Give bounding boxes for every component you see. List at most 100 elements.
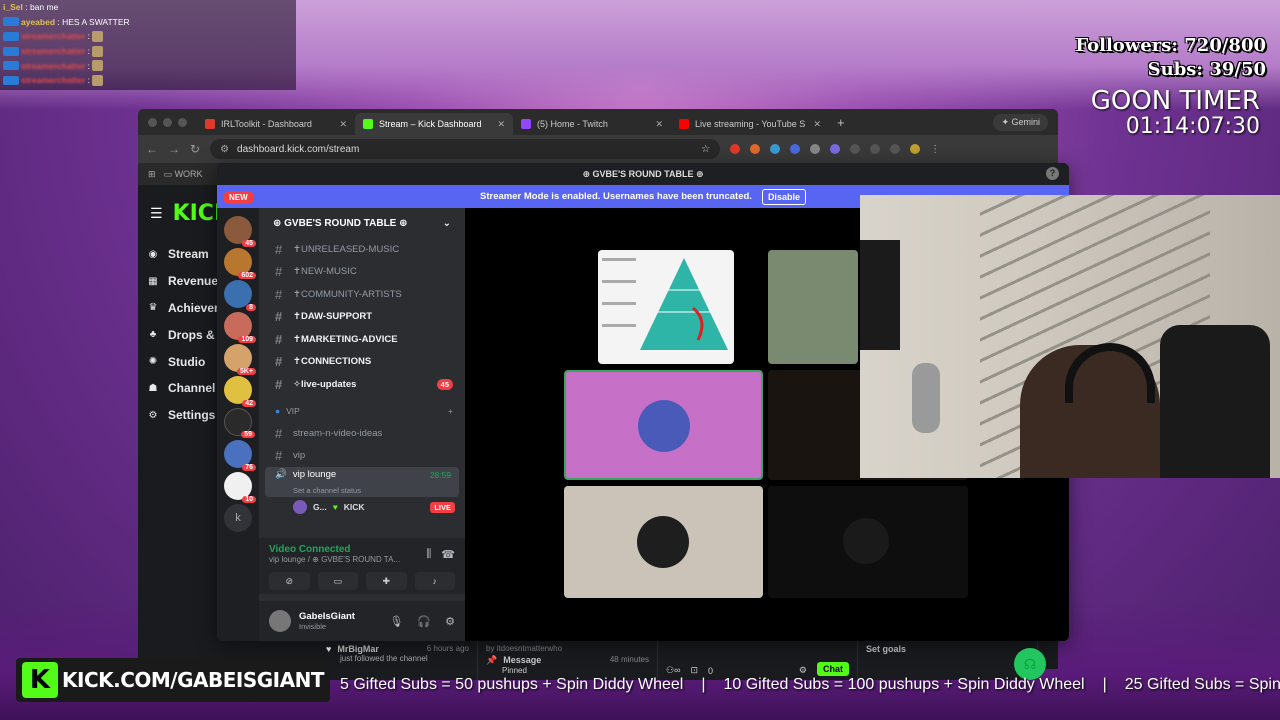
tab-kick-dashboard[interactable]: Stream – Kick Dashboard ✕ [355,113,513,135]
help-icon[interactable]: ? [1046,167,1059,180]
user-status: Invisible [299,622,327,631]
voice-channel-vip-lounge[interactable]: 🔊 vip lounge 28:59 Set a channel status [265,467,459,497]
minimize-window-icon[interactable] [163,117,172,127]
close-tab-icon[interactable]: ✕ [813,119,821,130]
timer-value: 01:14:07:30 [1125,114,1260,139]
close-tab-icon[interactable]: ✕ [655,119,663,130]
disable-button[interactable]: Disable [761,188,806,205]
chat-message: ayeabed : HES A SWATTER [0,15,296,30]
extension-icon[interactable] [830,144,841,154]
chat-badge-icon [3,46,19,56]
channel-item[interactable]: # ✝MARKETING-ADVICE [259,328,465,351]
kick-server-icon[interactable]: k [224,504,252,532]
extension-icon[interactable] [790,144,801,154]
channel-sidebar: ⊕ GVBE'S ROUND TABLE ⊕ ⌄ # ✝UNRELEASED-MU… [259,208,465,641]
map-share-tile[interactable] [768,250,858,364]
hamburger-menu-icon[interactable]: ☰ [150,205,163,222]
gear-icon[interactable]: ⚙ [799,665,807,676]
user-panel: GabeIsGiant Invisible 🎙 🎧 ⚙ [259,601,465,641]
headphones-icon[interactable]: 🎧 [417,615,431,628]
hash-icon: # [275,425,283,441]
new-tab-button[interactable]: + [837,115,845,130]
more-menu-icon[interactable]: ⋮ [930,144,940,155]
new-badge[interactable]: NEW [223,191,254,204]
noise-icon[interactable]: ⫼ [426,548,431,561]
extension-icon[interactable] [870,144,881,154]
server-list: NEW 45 602 8 109 5K+ 42 59 76 10 k [217,191,259,641]
close-tab-icon[interactable]: ✕ [339,119,347,130]
voice-member[interactable]: G... ♥ KICK LIVE [259,497,465,517]
disconnect-icon[interactable]: ☎ [441,548,455,561]
gear-icon[interactable]: ⚙ [445,615,455,628]
avatar[interactable] [269,610,291,632]
close-window-icon[interactable] [148,117,157,127]
server-icon[interactable]: 5K+ [224,344,256,375]
server-icon[interactable]: 109 [224,312,256,343]
unread-count: 10 [242,496,256,503]
chat-button[interactable]: Chat [817,662,849,676]
channel-item[interactable]: # ✝CONNECTIONS [259,351,465,374]
profile-icon[interactable] [910,144,921,154]
category-vip[interactable]: ● VIP + [259,400,465,423]
close-tab-icon[interactable]: ✕ [497,119,505,130]
gemini-label: Gemini [1011,116,1040,127]
unread-count: 109 [238,336,256,343]
camera-off-icon[interactable]: ⊘ [269,572,310,590]
vc-location[interactable]: vip lounge / ⊕ GVBE'S ROUND TA... [269,555,400,564]
gift-count: 0 [708,666,714,676]
extension-icon[interactable] [770,144,781,154]
cam-microphone [912,363,940,433]
server-icon[interactable]: 45 [224,216,256,247]
cam-chair [1160,325,1270,478]
bookmark-star-icon[interactable]: ☆ [701,144,710,155]
bookmark-label: WORK [174,168,203,179]
extension-icon[interactable] [850,144,861,154]
server-icon[interactable]: 42 [224,376,256,407]
screen-share-icon[interactable]: ▭ [317,572,358,590]
server-icon[interactable]: 76 [224,440,256,471]
apps-icon[interactable]: ⊞ [148,169,156,180]
url-field[interactable]: ⚙ dashboard.kick.com/stream ☆ [210,139,721,159]
participant-tile[interactable] [564,370,763,480]
server-icon[interactable]: 59 [224,408,255,438]
server-icon[interactable]: 8 [224,280,256,311]
back-icon[interactable]: ← [146,142,158,156]
reload-icon[interactable]: ↻ [190,142,200,156]
channel-status[interactable]: Set a channel status [275,486,361,495]
chat-badge-icon [3,61,19,71]
tab-twitch[interactable]: (5) Home - Twitch ✕ [513,113,671,135]
extension-icon[interactable] [730,144,741,154]
channel-item[interactable]: # ✝UNRELEASED-MUSIC [259,238,465,261]
channel-item[interactable]: # ✧live-updates 45 [259,373,465,396]
extension-icon[interactable] [750,144,761,154]
activities-icon[interactable]: ✚ [366,572,407,590]
soundboard-icon[interactable]: ♪ [414,572,455,590]
channel-item[interactable]: # ✝NEW-MUSIC [259,261,465,284]
microphone-icon[interactable]: 🎙 [389,615,403,628]
maximize-window-icon[interactable] [178,117,187,127]
add-channel-icon[interactable]: + [448,406,453,416]
bookmark-folder[interactable]: ▭ WORK [164,169,203,180]
gemini-button[interactable]: ✦ Gemini [993,113,1048,131]
follow-text: just followed the channel [340,654,428,663]
extension-icon[interactable] [810,144,821,154]
forward-icon[interactable]: → [168,142,180,156]
participant-tile[interactable] [564,486,763,598]
channel-item[interactable]: # ✝DAW-SUPPORT [259,306,465,329]
site-settings-icon[interactable]: ⚙ [220,144,229,155]
channel-item[interactable]: # stream-n-video-ideas [259,422,465,445]
extension-icon[interactable] [890,144,901,154]
tab-label: (5) Home - Twitch [537,119,608,129]
set-goals-cell[interactable]: Set goals → [858,640,1038,680]
channel-item[interactable]: # ✝COMMUNITY-ARTISTS [259,283,465,306]
tab-irltoolkit[interactable]: IRLToolkit - Dashboard ✕ [197,113,355,135]
guild-header[interactable]: ⊕ GVBE'S ROUND TABLE ⊕ ⌄ [259,208,465,238]
timer-label: GOON TIMER [1090,86,1260,116]
screen-share-tile[interactable] [598,250,734,364]
participant-tile[interactable] [768,486,968,598]
server-icon[interactable]: 602 [224,248,256,279]
channel-item[interactable]: # vip [259,445,465,468]
tab-youtube-studio[interactable]: Live streaming - YouTube Stu ✕ [671,113,829,135]
server-icon[interactable]: 10 [224,472,256,503]
channel-icon: ☗ [148,382,158,394]
